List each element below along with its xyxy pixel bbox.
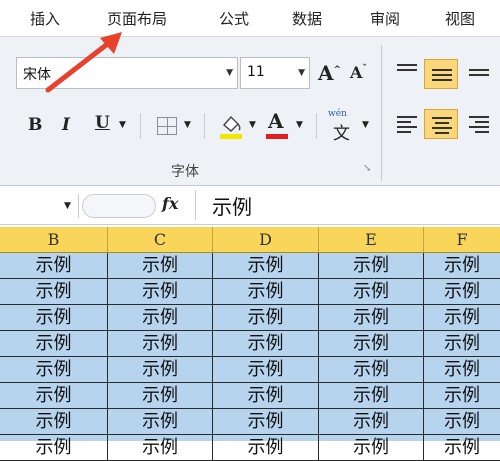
shrink-font-icon[interactable]: Aˇ	[350, 63, 367, 82]
grid-cell[interactable]: 示例	[424, 253, 500, 279]
chevron-down-icon: ▼	[226, 68, 233, 78]
grid-cell[interactable]: 示例	[424, 357, 500, 383]
grid-cell[interactable]: 示例	[319, 253, 424, 279]
grid-cell[interactable]: 示例	[0, 279, 108, 305]
grid-cell[interactable]: 示例	[0, 253, 108, 279]
grid-cell[interactable]: 示例	[108, 357, 213, 383]
grid-cell[interactable]: 示例	[319, 357, 424, 383]
grid-cell[interactable]: 示例	[213, 435, 319, 461]
dialog-launcher-icon[interactable]: ↘	[363, 163, 371, 174]
grid-cell[interactable]: 示例	[319, 435, 424, 461]
formula-bar-resize-handle[interactable]	[82, 194, 156, 218]
font-group-label: 字体	[171, 164, 199, 180]
phonetic-glyph-icon: 文	[333, 124, 350, 144]
grid-cell[interactable]: 示例	[108, 383, 213, 409]
cell-grid: 示例 示例 示例 示例 示例 示例 示例 示例 示例 示例 示例 示例 示例 示例 示例 示例 示例 示例 示例 示例…	[0, 253, 500, 461]
grid-cell[interactable]: 示例	[319, 331, 424, 357]
grid-cell[interactable]: 示例	[108, 331, 213, 357]
font-size-select[interactable]: 11 ▼	[240, 57, 310, 89]
grid-cell[interactable]: 示例	[0, 383, 108, 409]
formula-input[interactable]: 示例	[212, 191, 252, 220]
grid-cell[interactable]: 示例	[213, 305, 319, 331]
font-color-icon[interactable]: A	[264, 109, 290, 141]
column-header[interactable]: D	[213, 227, 319, 253]
tab-review[interactable]: 审阅	[370, 8, 400, 29]
tab-view[interactable]: 视图	[445, 8, 475, 29]
align-middle-button[interactable]	[424, 59, 458, 89]
grid-cell[interactable]: 示例	[319, 409, 424, 435]
tab-insert[interactable]: 插入	[30, 8, 60, 29]
grid-cell[interactable]: 示例	[213, 253, 319, 279]
bold-button[interactable]: B	[28, 115, 42, 135]
grid-cell[interactable]: 示例	[319, 383, 424, 409]
group-separator	[381, 45, 382, 181]
borders-icon[interactable]	[157, 117, 177, 135]
chevron-down-icon[interactable]: ▼	[184, 120, 191, 130]
chevron-down-icon[interactable]: ▼	[362, 120, 369, 130]
grid-cell[interactable]: 示例	[424, 279, 500, 305]
grid-cell[interactable]: 示例	[0, 357, 108, 383]
grid-cell[interactable]: 示例	[108, 409, 213, 435]
chevron-down-icon[interactable]: ▼	[296, 120, 303, 130]
phonetic-pinyin: wén	[328, 109, 347, 119]
fill-color-icon[interactable]	[218, 111, 244, 141]
grid-cell[interactable]: 示例	[424, 383, 500, 409]
grid-cell[interactable]: 示例	[0, 409, 108, 435]
tab-formulas[interactable]: 公式	[219, 8, 249, 29]
align-bottom-button[interactable]	[462, 57, 496, 87]
grow-font-icon[interactable]: A^	[318, 61, 341, 85]
phonetic-guide-icon[interactable]: wén 文	[328, 109, 358, 144]
column-header[interactable]: E	[319, 227, 424, 253]
column-header[interactable]: B	[0, 227, 108, 253]
grid-cell[interactable]: 示例	[319, 279, 424, 305]
align-center-button[interactable]	[424, 109, 458, 139]
ribbon-separator	[316, 113, 317, 139]
grid-cell[interactable]: 示例	[213, 331, 319, 357]
tab-data[interactable]: 数据	[292, 8, 322, 29]
italic-button[interactable]: I	[62, 115, 70, 135]
grid-cell[interactable]: 示例	[213, 383, 319, 409]
grid-cell[interactable]: 示例	[213, 409, 319, 435]
grid-cell[interactable]: 示例	[108, 305, 213, 331]
font-size-value: 11	[247, 64, 265, 80]
column-header[interactable]: F	[424, 227, 500, 253]
align-left-button[interactable]	[390, 109, 424, 139]
chevron-down-icon[interactable]: ▼	[64, 201, 71, 211]
grid-cell[interactable]: 示例	[424, 409, 500, 435]
column-header[interactable]: C	[108, 227, 213, 253]
chevron-down-icon: ▼	[298, 68, 305, 78]
chevron-down-icon[interactable]: ▼	[249, 120, 256, 130]
grid-cell[interactable]: 示例	[108, 435, 213, 461]
grid-cell[interactable]: 示例	[213, 279, 319, 305]
grid-cell[interactable]: 示例	[0, 435, 108, 461]
tab-page-layout[interactable]: 页面布局	[107, 8, 167, 29]
grid-cell[interactable]: 示例	[108, 253, 213, 279]
align-top-button[interactable]	[390, 57, 424, 87]
name-box[interactable]: ▼	[0, 194, 79, 218]
ribbon-separator	[140, 113, 141, 139]
grid-cell[interactable]: 示例	[0, 331, 108, 357]
insert-function-icon[interactable]: fx	[162, 194, 178, 213]
font-color-letter: A	[268, 109, 284, 133]
align-right-button[interactable]	[462, 109, 496, 139]
grid-cell[interactable]: 示例	[0, 305, 108, 331]
annotation-arrow-icon	[45, 32, 122, 93]
grid-cell[interactable]: 示例	[213, 357, 319, 383]
grid-cell[interactable]: 示例	[424, 331, 500, 357]
underline-button[interactable]: U	[95, 113, 110, 133]
chevron-down-icon[interactable]: ▼	[119, 120, 126, 130]
grid-cell[interactable]: 示例	[319, 305, 424, 331]
grid-cell[interactable]: 示例	[424, 305, 500, 331]
ribbon-separator	[204, 113, 205, 139]
formula-divider	[195, 190, 196, 220]
grid-cell[interactable]: 示例	[424, 435, 500, 461]
grid-cell[interactable]: 示例	[108, 279, 213, 305]
